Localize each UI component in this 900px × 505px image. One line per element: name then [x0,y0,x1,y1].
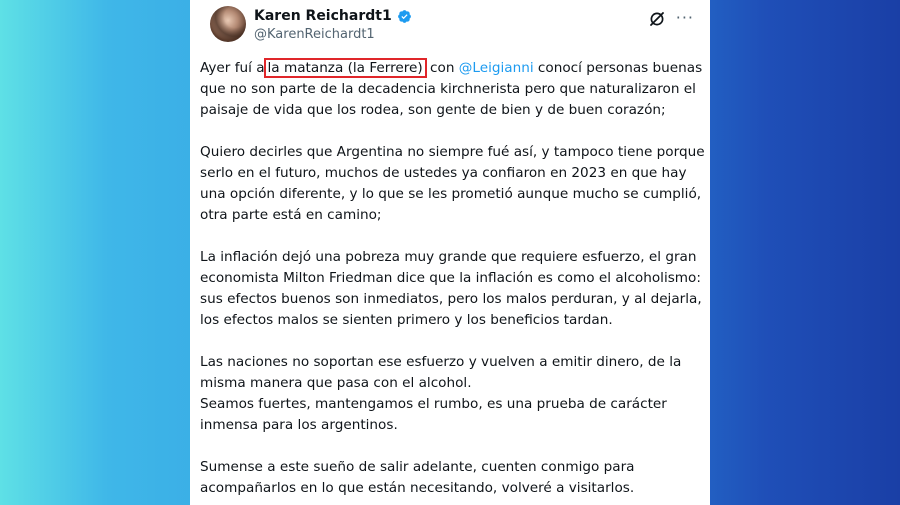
grok-icon[interactable] [648,10,666,28]
tweet-paragraph-5: Sumense a este sueño de salir adelante, … [200,459,635,496]
more-options-icon[interactable]: ··· [676,8,694,27]
tweet-text: Ayer fuí a la matanza (la Ferrere) con @L… [200,58,705,505]
tweet-card: Karen Reichardt1 @KarenReichardt1 ··· Ay… [190,0,710,505]
tweet-paragraph-3: La inflación dejó una pobreza muy grande… [200,249,702,328]
tweet-paragraph-4: Las naciones no soportan ese esfuerzo y … [200,352,705,436]
text-line: Seamos fuertes, mantengamos el rumbo, es… [200,396,667,433]
tweet-paragraph-1: Ayer fuí a la matanza (la Ferrere) con @L… [200,58,705,121]
display-name[interactable]: Karen Reichardt1 [254,8,392,24]
text-segment: Ayer fuí a [200,60,265,76]
text-line: Las naciones no soportan ese esfuerzo y … [200,354,682,391]
mention-link[interactable]: @Leigianni [459,60,534,76]
tweet-paragraph-2: Quiero decirles que Argentina no siempre… [200,144,705,223]
tweet-header: Karen Reichardt1 @KarenReichardt1 ··· [200,6,700,46]
handle[interactable]: @KarenReichardt1 [254,27,375,42]
name-row: Karen Reichardt1 [254,8,412,24]
avatar[interactable] [210,6,246,42]
highlighted-location: la matanza (la Ferrere) [263,58,427,78]
text-segment: con [425,60,459,76]
verified-badge-icon [397,9,411,23]
